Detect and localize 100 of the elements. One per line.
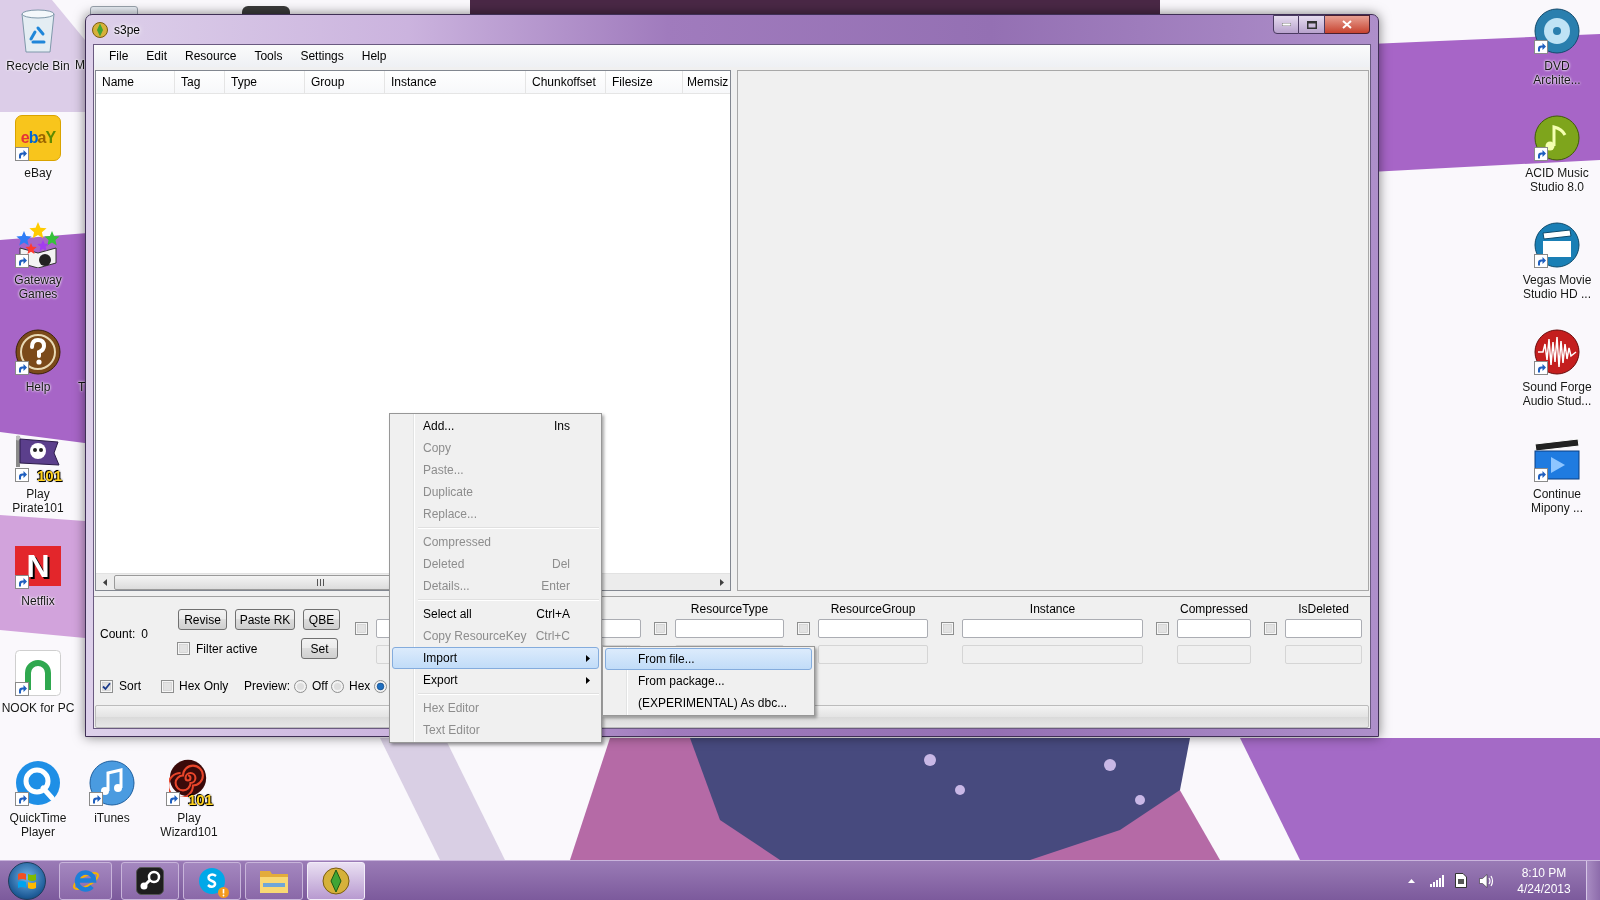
maximize-icon [1306,20,1317,29]
triangle-right-icon [719,578,724,586]
filter-label: Instance [1029,602,1076,617]
show-desktop-button[interactable] [1586,860,1600,900]
checkbox[interactable] [654,622,667,636]
count-label: Count: [100,626,136,643]
icon-label: Continue Mipony ... [1531,487,1583,515]
radio-button[interactable] [331,679,344,693]
radio-button[interactable] [374,679,387,693]
radio-button[interactable] [294,679,307,693]
menu-item[interactable]: File [100,45,138,66]
logo-text: 101 [187,792,213,807]
radio-label: Hex [349,678,371,696]
checkbox[interactable] [161,679,174,693]
speaker-icon[interactable] [1479,873,1494,888]
signal-bars-icon[interactable] [1430,874,1444,887]
skull-flag-icon[interactable] [16,435,60,467]
button[interactable]: Revise [178,609,227,631]
menu-item[interactable]: (EXPERIMENTAL) As dbc... [605,692,812,714]
filter-label: IsDeleted [1298,602,1349,617]
shortcut-label: Ctrl+C [535,628,570,645]
icon-label: QuickTime Player [9,811,67,839]
icon-label: M [75,58,85,72]
shortcut-label: Enter [541,578,570,595]
menu-item[interactable]: From package... [605,670,812,692]
checkbox-label: Hex Only [179,678,229,696]
close-icon [1342,20,1352,29]
column-header[interactable]: Tag [175,70,225,93]
minimize-button[interactable] [1273,15,1299,34]
menu-item[interactable]: Tools [245,45,292,66]
menu-item[interactable]: Help [352,45,396,66]
filter-field[interactable] [1177,619,1251,639]
triangle-left-icon [102,578,107,586]
circle-rod-icon [136,866,164,895]
icon-label: Recycle Bin [6,59,70,73]
icon-label: eBay [24,166,52,180]
filter-field[interactable] [1285,619,1362,639]
icon-label: T [78,380,86,394]
column-header[interactable]: Instance [385,70,526,93]
menu-item[interactable]: Settings [291,45,353,66]
checkbox[interactable] [1264,622,1277,636]
card-icon[interactable] [1455,873,1467,888]
shortcut-label: Del [552,556,570,573]
checkbox-label: Filter active [196,640,258,658]
warning-badge-icon [218,886,229,898]
filter-label: ResourceType [690,602,769,617]
close-button[interactable] [1325,15,1370,34]
column-header[interactable]: Group [305,70,385,93]
column-header[interactable]: Memsiz [683,70,730,93]
menu-item[interactable]: Add... Ins [392,415,599,437]
menu-item[interactable]: Resource [176,45,246,66]
recycle-bin-icon[interactable] [21,9,55,53]
icon-label: Gateway Games [14,273,62,301]
checkbox[interactable] [941,622,954,636]
menu-item[interactable]: Export [392,669,599,691]
menu-item[interactable]: From file... [605,648,812,670]
s-bubble-icon [198,866,226,895]
button[interactable]: Paste RK [235,609,295,631]
logo-tile[interactable]: N [15,546,61,586]
column-header[interactable]: Type [225,70,305,93]
checkbox[interactable] [355,622,368,636]
filter-field[interactable] [962,619,1143,639]
icon-label: Sound Forge Audio Stud... [1522,380,1592,408]
menu-item[interactable]: Edit [137,45,177,66]
checkbox-label: Sort [119,678,141,696]
triangle-up-icon [1407,878,1415,883]
minimize-icon [1281,23,1291,26]
magnifier-icon[interactable] [15,760,61,806]
button[interactable]: Set [301,638,338,660]
filter-label: Compressed [1180,602,1248,617]
checkbox[interactable] [100,679,113,693]
start-button[interactable] [8,861,46,900]
menu-item[interactable]: Select all Ctrl+A [392,603,599,625]
checkbox[interactable] [177,642,190,656]
spiral-icon[interactable] [169,759,207,797]
taskbar-button[interactable] [121,861,179,900]
arch-icon[interactable] [15,650,61,696]
preview-label: Preview: [244,678,290,696]
filter-field[interactable] [675,619,784,639]
button[interactable]: QBE [303,609,340,631]
submenu-arrow-icon [586,654,590,662]
column-header[interactable]: Name [96,70,175,93]
window-title: s3pe [114,21,141,39]
count-value: 0 [141,626,149,643]
radio-label: Off [312,678,328,696]
menu-item[interactable]: Import [392,647,599,669]
maximize-button[interactable] [1299,15,1325,34]
column-header[interactable]: Filesize [606,70,683,93]
grip-icon [317,579,324,587]
icon-label: ACID Music Studio 8.0 [1525,166,1589,194]
checkbox[interactable] [797,622,810,636]
filter-field[interactable] [818,619,928,639]
clock-button[interactable]: 8:10 PM 4/24/2013 [1512,864,1576,897]
icon-label: Vegas Movie Studio HD ... [1522,273,1592,301]
checkbox[interactable] [1156,622,1169,636]
clapperboard-icon[interactable] [1534,438,1580,480]
logo-text: 101 [36,468,62,483]
column-header[interactable]: Chunkoffset [526,70,606,93]
shortcut-label: Ins [554,418,570,435]
flag-icon [17,870,37,891]
